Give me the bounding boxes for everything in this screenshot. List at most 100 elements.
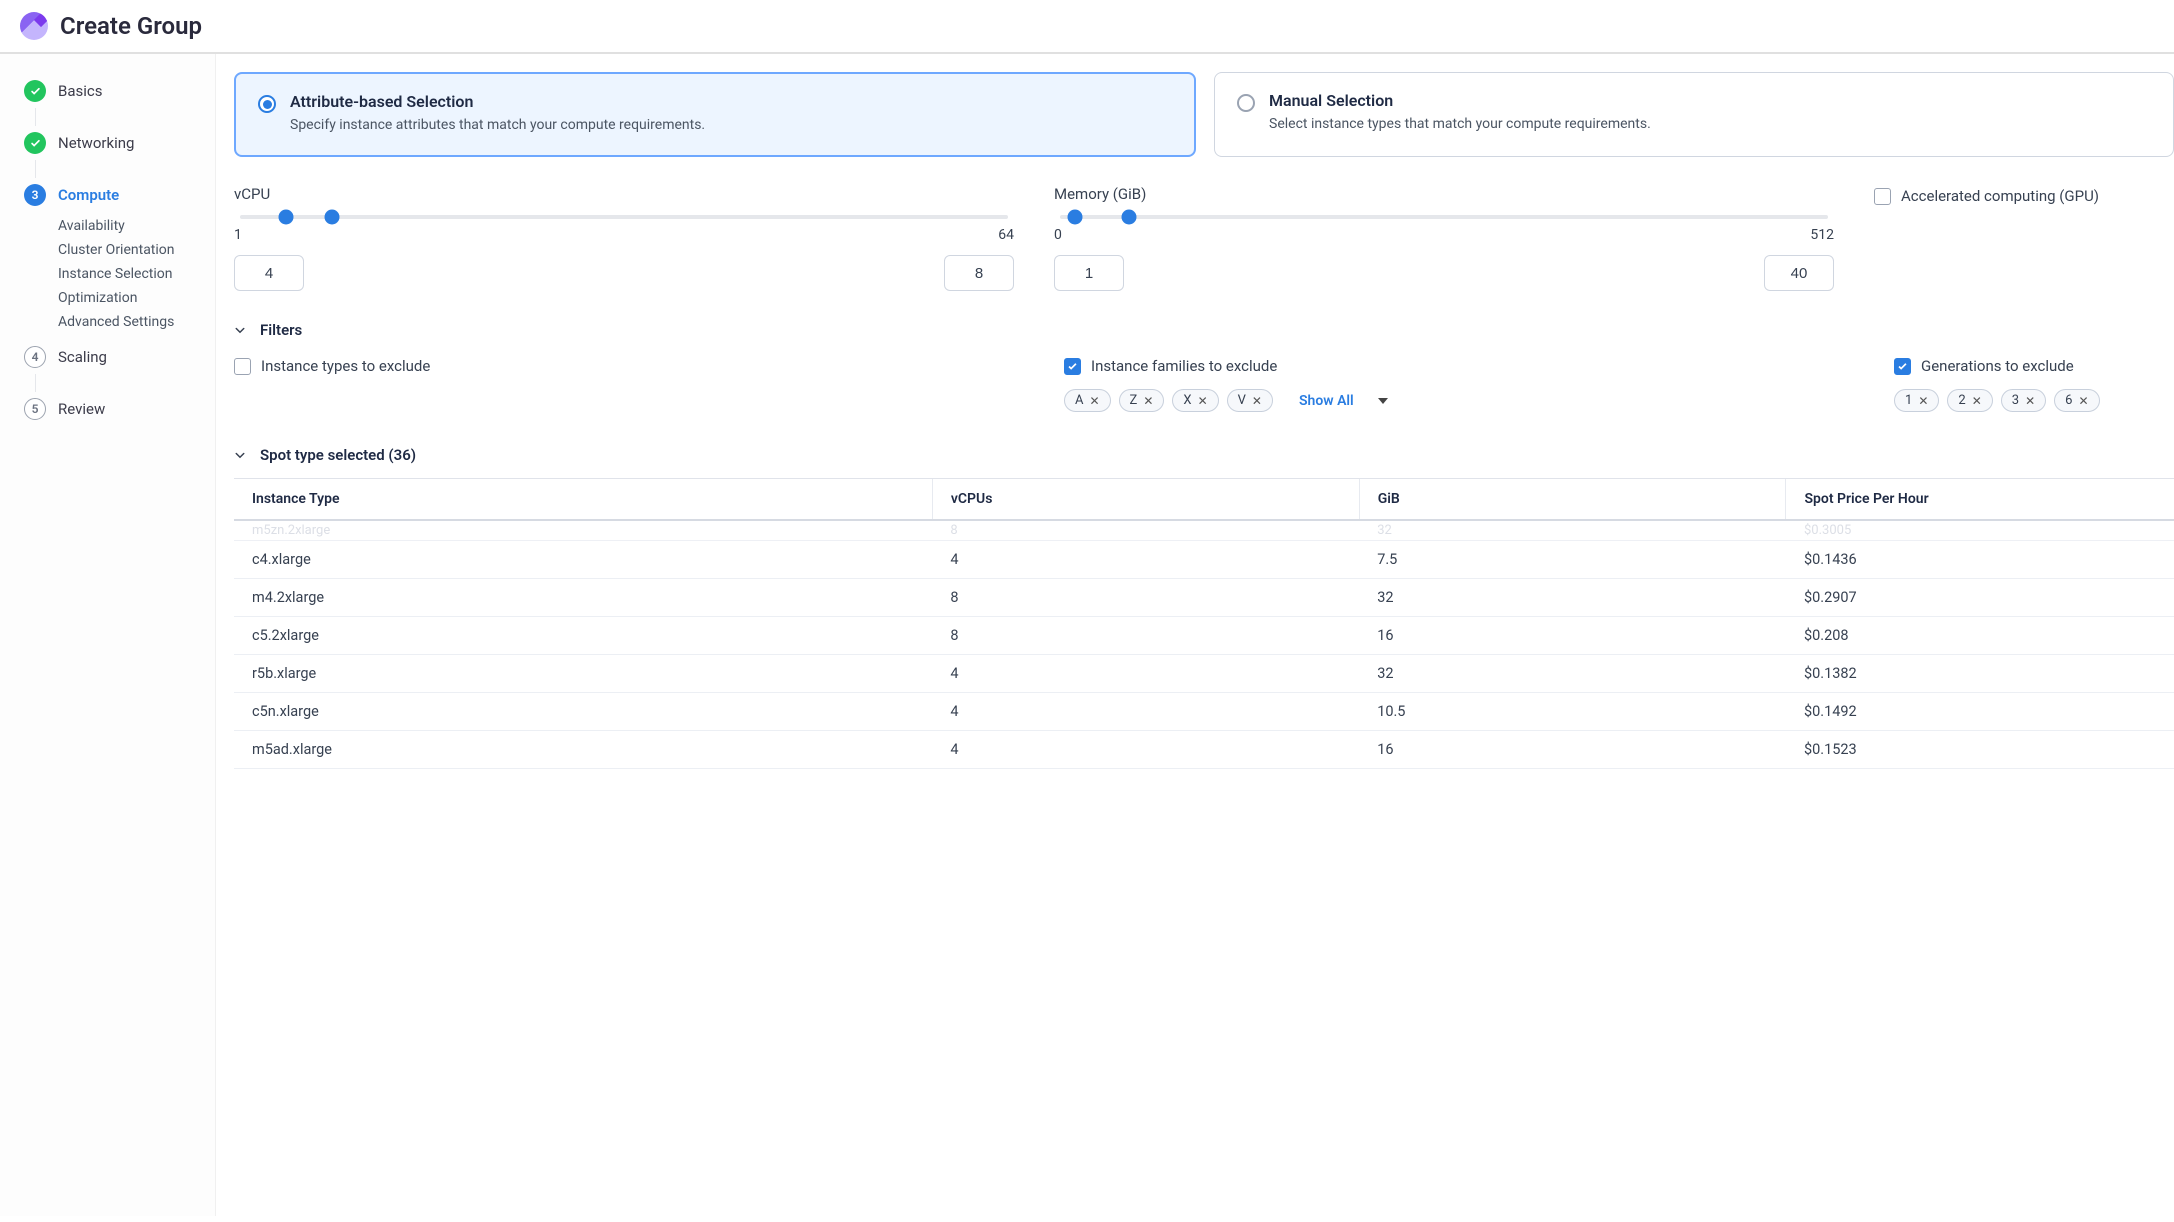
filters-heading: Filters <box>260 321 302 339</box>
instance-families-exclude-checkbox[interactable]: Instance families to exclude <box>1064 357 1854 375</box>
vcpu-slider[interactable] <box>240 215 1008 219</box>
checkbox-label: Instance types to exclude <box>261 357 430 375</box>
vcpu-slider-thumb-min[interactable] <box>279 210 294 225</box>
table-row[interactable]: m5ad.xlarge416$0.1523 <box>234 731 2174 769</box>
step-label: Compute <box>58 186 119 204</box>
step-label: Networking <box>58 134 134 152</box>
radio-icon <box>258 95 276 113</box>
substep-advanced-settings[interactable]: Advanced Settings <box>58 314 215 330</box>
generation-chips: 1✕ 2✕ 3✕ 6✕ <box>1894 389 2174 412</box>
vcpu-slider-block: vCPU 1 64 <box>234 185 1014 291</box>
card-title: Attribute-based Selection <box>290 92 705 111</box>
substep-optimization[interactable]: Optimization <box>58 290 215 306</box>
substep-instance-selection[interactable]: Instance Selection <box>58 266 215 282</box>
family-chip[interactable]: V✕ <box>1227 389 1273 412</box>
gpu-label: Accelerated computing (GPU) <box>1901 187 2099 205</box>
checkbox-label: Instance families to exclude <box>1091 357 1277 375</box>
vcpu-min-input[interactable] <box>234 255 304 291</box>
table-row: m5zn.2xlarge832$0.3005 <box>234 520 2174 541</box>
card-description: Specify instance attributes that match y… <box>290 117 705 133</box>
vcpu-slider-thumb-max[interactable] <box>325 210 340 225</box>
close-icon: ✕ <box>1918 394 1928 408</box>
step-connector <box>35 108 36 126</box>
memory-scale-min: 0 <box>1054 227 1062 243</box>
selection-mode-manual[interactable]: Manual Selection Select instance types t… <box>1214 72 2174 157</box>
step-basics[interactable]: Basics <box>24 74 215 108</box>
memory-scale-max: 512 <box>1810 227 1834 243</box>
close-icon: ✕ <box>1089 394 1099 408</box>
generation-chip[interactable]: 3✕ <box>2001 389 2046 412</box>
close-icon: ✕ <box>1252 394 1262 408</box>
family-chip[interactable]: Z✕ <box>1119 389 1165 412</box>
substep-cluster-orientation[interactable]: Cluster Orientation <box>58 242 215 258</box>
table-row[interactable]: c4.xlarge47.5$0.1436 <box>234 541 2174 579</box>
close-icon: ✕ <box>1198 394 1208 408</box>
brand-logo-icon <box>20 12 48 40</box>
check-icon <box>24 132 46 154</box>
checkbox-icon <box>234 358 251 375</box>
show-all-dropdown[interactable]: Show All <box>1299 393 1388 409</box>
step-label: Basics <box>58 82 103 100</box>
table-row[interactable]: c5n.xlarge410.5$0.1492 <box>234 693 2174 731</box>
step-number-icon: 3 <box>24 184 46 206</box>
radio-icon <box>1237 94 1255 112</box>
vcpu-scale-min: 1 <box>234 227 242 243</box>
family-chip[interactable]: A✕ <box>1064 389 1111 412</box>
step-number-icon: 5 <box>24 398 46 420</box>
memory-slider-block: Memory (GiB) 0 512 <box>1054 185 1834 291</box>
triangle-down-icon <box>1378 398 1388 404</box>
step-scaling[interactable]: 4 Scaling <box>24 340 215 374</box>
step-label: Review <box>58 400 105 418</box>
gpu-checkbox[interactable]: Accelerated computing (GPU) <box>1874 187 2174 205</box>
filters-toggle[interactable]: Filters <box>234 321 2174 339</box>
card-description: Select instance types that match your co… <box>1269 116 1651 132</box>
close-icon: ✕ <box>1972 394 1982 408</box>
spot-types-toggle[interactable]: Spot type selected (36) <box>234 446 2174 464</box>
compute-substeps: Availability Cluster Orientation Instanc… <box>58 212 215 340</box>
col-instance-type[interactable]: Instance Type <box>234 479 932 520</box>
vcpu-max-input[interactable] <box>944 255 1014 291</box>
col-gib[interactable]: GiB <box>1359 479 1786 520</box>
memory-slider[interactable] <box>1060 215 1828 219</box>
step-compute[interactable]: 3 Compute <box>24 178 215 212</box>
checkbox-icon <box>1874 188 1891 205</box>
checkbox-label: Generations to exclude <box>1921 357 2074 375</box>
chevron-down-icon <box>234 324 246 336</box>
close-icon: ✕ <box>1143 394 1153 408</box>
memory-max-input[interactable] <box>1764 255 1834 291</box>
memory-min-input[interactable] <box>1054 255 1124 291</box>
close-icon: ✕ <box>2025 394 2035 408</box>
generations-exclude-checkbox[interactable]: Generations to exclude <box>1894 357 2174 375</box>
table-row[interactable]: m4.2xlarge832$0.2907 <box>234 579 2174 617</box>
memory-slider-thumb-max[interactable] <box>1122 210 1137 225</box>
table-row[interactable]: r5b.xlarge432$0.1382 <box>234 655 2174 693</box>
vcpu-scale-max: 64 <box>998 227 1014 243</box>
step-label: Scaling <box>58 348 107 366</box>
memory-slider-thumb-min[interactable] <box>1068 210 1083 225</box>
col-vcpus[interactable]: vCPUs <box>932 479 1359 520</box>
chevron-down-icon <box>234 449 246 461</box>
col-spot-price[interactable]: Spot Price Per Hour <box>1786 479 2174 520</box>
card-title: Manual Selection <box>1269 91 1651 110</box>
checkbox-icon <box>1894 358 1911 375</box>
main-content: Attribute-based Selection Specify instan… <box>216 54 2174 1216</box>
generation-chip[interactable]: 1✕ <box>1894 389 1939 412</box>
memory-label: Memory (GiB) <box>1054 185 1834 203</box>
family-chips: A✕ Z✕ X✕ V✕ Show All <box>1064 389 1854 412</box>
substep-availability[interactable]: Availability <box>58 218 215 234</box>
step-connector <box>35 160 36 178</box>
step-review[interactable]: 5 Review <box>24 392 215 426</box>
step-networking[interactable]: Networking <box>24 126 215 160</box>
spot-types-table: Instance Type vCPUs GiB Spot Price Per H… <box>234 478 2174 769</box>
check-icon <box>24 80 46 102</box>
generation-chip[interactable]: 2✕ <box>1947 389 1992 412</box>
instance-types-exclude-checkbox[interactable]: Instance types to exclude <box>234 357 1024 375</box>
family-chip[interactable]: X✕ <box>1172 389 1218 412</box>
page-title: Create Group <box>60 12 202 40</box>
spot-types-heading: Spot type selected (36) <box>260 446 416 464</box>
table-row[interactable]: c5.2xlarge816$0.208 <box>234 617 2174 655</box>
selection-mode-attribute[interactable]: Attribute-based Selection Specify instan… <box>234 72 1196 157</box>
step-connector <box>35 374 36 392</box>
generation-chip[interactable]: 6✕ <box>2054 389 2099 412</box>
close-icon: ✕ <box>2078 394 2088 408</box>
